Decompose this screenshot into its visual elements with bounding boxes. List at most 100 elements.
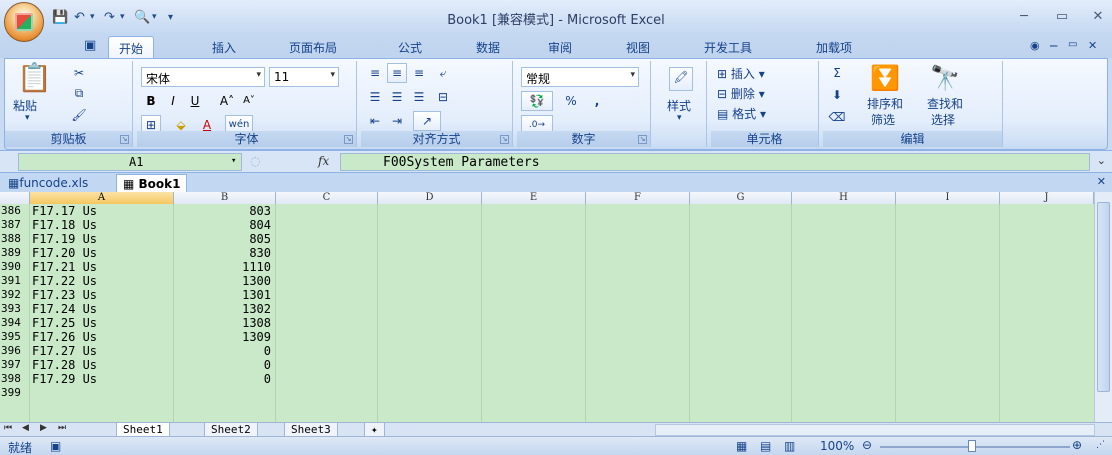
ribbon-restore-icon[interactable]: ▭ — [1068, 39, 1077, 50]
sort-filter-icon[interactable]: ⏬ — [867, 63, 903, 93]
font-size-combo[interactable]: 11 ▾ — [269, 67, 339, 87]
underline-icon[interactable]: U — [185, 91, 205, 111]
cell-b[interactable] — [174, 386, 274, 400]
help-icon[interactable]: ◉ — [1030, 39, 1040, 52]
cell-a[interactable]: F17.23 Us — [30, 288, 173, 302]
column-header-a[interactable]: A — [30, 192, 174, 204]
format-painter-icon[interactable]: 🖌 — [69, 105, 89, 125]
sort-filter-button[interactable]: 排序和 — [867, 95, 903, 112]
chevron-down-icon[interactable]: ▾ — [231, 156, 236, 166]
sheet-tab-sheet2[interactable]: Sheet2 — [204, 423, 258, 437]
row-header[interactable]: 386 — [0, 204, 29, 218]
row-header[interactable]: 399 — [0, 386, 29, 400]
select-all-corner[interactable] — [0, 192, 30, 204]
tab-data[interactable]: 数据 — [476, 39, 500, 56]
column-header-d[interactable]: D — [378, 192, 482, 204]
row-header[interactable]: 391 — [0, 274, 29, 288]
worksheet-grid[interactable]: A B C D E F G H I J 386 F17.17 Us 803 387 F… — [0, 192, 1094, 422]
cell-a[interactable]: F17.29 Us — [30, 372, 173, 386]
horizontal-scrollbar[interactable] — [655, 424, 1095, 436]
cut-icon[interactable]: ✂ — [69, 63, 89, 83]
column-header-f[interactable]: F — [586, 192, 690, 204]
cell-a[interactable]: F17.27 Us — [30, 344, 173, 358]
zoom-slider-thumb[interactable] — [968, 440, 976, 452]
formula-cancel-icon[interactable]: ◌ — [250, 154, 260, 168]
cell-b[interactable]: 1309 — [174, 330, 274, 344]
office-button[interactable] — [4, 2, 44, 42]
insert-sheet-icon[interactable]: ✦ — [364, 423, 385, 437]
cell-a[interactable] — [30, 386, 173, 400]
tab-home[interactable]: 开始 — [108, 36, 155, 60]
copy-icon[interactable]: ⧉ — [69, 83, 89, 103]
ribbon-minimize-icon[interactable]: ─ — [1050, 39, 1057, 53]
vertical-scroll-thumb[interactable] — [1097, 202, 1110, 392]
cell-b[interactable]: 0 — [174, 372, 274, 386]
number-format-combo[interactable]: 常规 ▾ — [521, 67, 639, 87]
currency-icon[interactable]: 💱 — [521, 91, 553, 111]
zoom-in-icon[interactable]: ⊕ — [1072, 438, 1082, 452]
minimize-icon[interactable]: ─ — [1014, 9, 1034, 24]
column-header-b[interactable]: B — [174, 192, 276, 204]
styles-button[interactable]: 样式 — [667, 97, 691, 114]
zoom-level[interactable]: 100% — [820, 439, 854, 453]
cell-b[interactable]: 805 — [174, 232, 274, 246]
tab-addins[interactable]: 加载项 — [816, 39, 852, 56]
row-header[interactable]: 389 — [0, 246, 29, 260]
close-icon[interactable]: ✕ — [1088, 9, 1108, 24]
clear-icon[interactable]: ⌫ — [827, 107, 847, 127]
font-name-combo[interactable]: 宋体 ▾ — [141, 67, 265, 87]
column-header-c[interactable]: C — [276, 192, 378, 204]
normal-view-icon[interactable]: ▦ — [736, 439, 747, 453]
percent-button[interactable]: % — [561, 91, 581, 111]
alignment-launcher-icon[interactable]: ↘ — [500, 135, 509, 144]
tab-formulas[interactable]: 公式 — [398, 39, 422, 56]
paste-button[interactable]: 粘贴 — [13, 97, 37, 114]
insert-cells-button[interactable]: ⊞ 插入 ▾ — [717, 65, 765, 82]
workbook-tab-book1[interactable]: ▦ Book1 — [116, 174, 188, 193]
merge-center-icon[interactable]: ⊟ — [433, 87, 453, 107]
row-header[interactable]: 388 — [0, 232, 29, 246]
cell-a[interactable]: F17.19 Us — [30, 232, 173, 246]
cell-b[interactable]: 1308 — [174, 316, 274, 330]
orientation-icon[interactable]: ↗ — [413, 111, 441, 131]
column-header-j[interactable]: J — [1000, 192, 1094, 204]
insert-function-icon[interactable]: fx — [318, 154, 329, 168]
cell-b[interactable]: 1300 — [174, 274, 274, 288]
paste-dropdown-icon[interactable]: ▾ — [25, 113, 30, 123]
row-header[interactable]: 397 — [0, 358, 29, 372]
first-sheet-icon[interactable]: ⏮ — [4, 423, 12, 433]
tab-view[interactable]: 视图 — [626, 39, 650, 56]
column-header-g[interactable]: G — [690, 192, 792, 204]
shrink-font-icon[interactable]: A˅ — [239, 91, 259, 111]
autosum-icon[interactable]: Σ — [827, 63, 847, 83]
row-header[interactable]: 394 — [0, 316, 29, 330]
align-left-icon[interactable]: ☰ — [365, 87, 385, 107]
row-header[interactable]: 387 — [0, 218, 29, 232]
styles-icon[interactable]: 🖍 — [669, 67, 693, 91]
row-header[interactable]: 398 — [0, 372, 29, 386]
cell-a[interactable]: F17.20 Us — [30, 246, 173, 260]
page-break-view-icon[interactable]: ▥ — [784, 439, 795, 453]
font-launcher-icon[interactable]: ↘ — [344, 135, 353, 144]
decrease-indent-icon[interactable]: ⇤ — [365, 111, 385, 131]
cell-b[interactable]: 1110 — [174, 260, 274, 274]
align-middle-icon[interactable]: ≡ — [387, 63, 407, 83]
format-cells-button[interactable]: ▤ 格式 ▾ — [717, 105, 766, 122]
cell-a[interactable]: F17.26 Us — [30, 330, 173, 344]
row-header[interactable]: 390 — [0, 260, 29, 274]
restore-icon[interactable]: ▭ — [1052, 9, 1072, 24]
italic-icon[interactable]: I — [163, 91, 183, 111]
next-sheet-icon[interactable]: ▶ — [40, 423, 47, 433]
cell-b[interactable]: 830 — [174, 246, 274, 260]
delete-cells-button[interactable]: ⊟ 删除 ▾ — [717, 85, 765, 102]
tab-developer[interactable]: 开发工具 — [704, 39, 752, 56]
grow-font-icon[interactable]: A˄ — [217, 91, 237, 111]
comma-button[interactable]: , — [587, 91, 607, 111]
last-sheet-icon[interactable]: ⏭ — [58, 423, 66, 433]
align-bottom-icon[interactable]: ≡ — [409, 63, 429, 83]
cell-b[interactable]: 803 — [174, 204, 274, 218]
tab-page-layout[interactable]: 页面布局 — [289, 39, 337, 56]
tab-review[interactable]: 审阅 — [548, 39, 572, 56]
prev-sheet-icon[interactable]: ◀ — [22, 423, 29, 433]
cell-a[interactable]: F17.24 Us — [30, 302, 173, 316]
